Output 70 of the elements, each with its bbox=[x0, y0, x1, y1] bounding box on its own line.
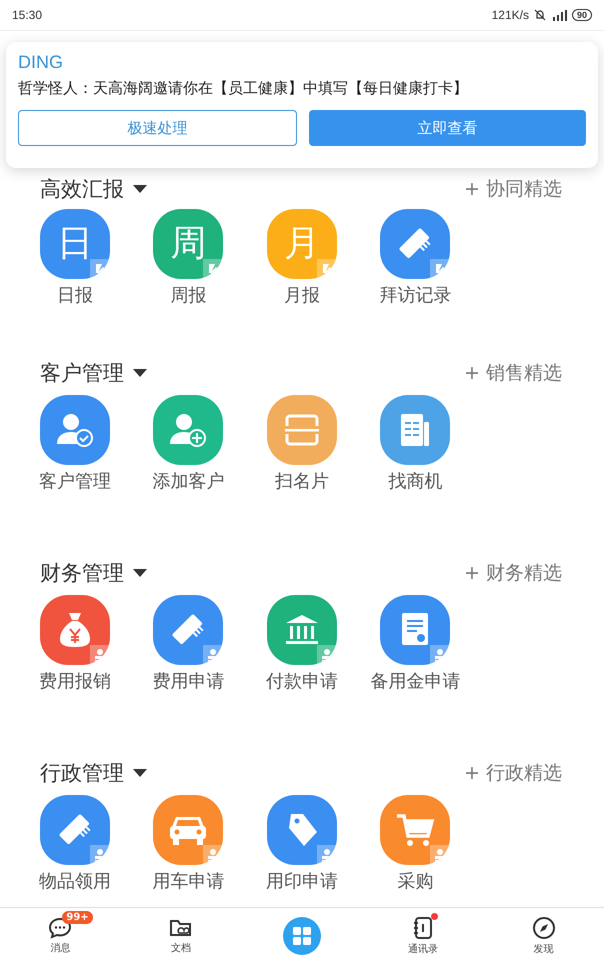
add-link[interactable]: + 协同精选 bbox=[464, 176, 562, 202]
app-icon[interactable] bbox=[380, 395, 450, 465]
tab-item[interactable]: 99+ 消息 bbox=[0, 908, 121, 964]
notification-button[interactable]: 立即查看 bbox=[309, 110, 586, 146]
dropdown-caret-icon[interactable] bbox=[132, 768, 148, 778]
app-icon[interactable] bbox=[40, 795, 110, 865]
app-label: 拜访记录 bbox=[379, 285, 452, 307]
app-label: 客户管理 bbox=[38, 471, 111, 493]
contacts-book-icon bbox=[412, 916, 434, 940]
section-title: 高效汇报 bbox=[40, 176, 124, 203]
app-icon[interactable] bbox=[40, 595, 110, 665]
app-icon[interactable] bbox=[153, 395, 224, 465]
app-label: 添加客户 bbox=[152, 471, 224, 493]
app-label: 用车申请 bbox=[152, 871, 224, 893]
tab-item[interactable]: 发现 bbox=[483, 908, 604, 964]
app-glyph: 月 bbox=[284, 226, 320, 262]
scan-icon bbox=[284, 414, 320, 446]
app-icon[interactable] bbox=[380, 209, 450, 279]
apps-grid-icon bbox=[282, 917, 321, 955]
app-icon[interactable]: 日 bbox=[40, 209, 110, 279]
battery-level: 90 bbox=[572, 9, 592, 21]
bank-icon bbox=[284, 613, 320, 647]
app-label: 物品领用 bbox=[38, 871, 111, 893]
dropdown-caret-icon[interactable] bbox=[132, 368, 148, 378]
app-label: 周报 bbox=[170, 285, 206, 307]
app-label: 采购 bbox=[397, 871, 434, 893]
app-icon[interactable] bbox=[266, 595, 337, 665]
app-label: 扫名片 bbox=[274, 471, 329, 493]
notification-button[interactable]: 极速处理 bbox=[18, 110, 297, 146]
signal-icon bbox=[550, 10, 567, 20]
app-label: 费用报销 bbox=[38, 671, 111, 693]
tab-item[interactable]: 文档 bbox=[120, 908, 242, 964]
section-title: 客户管理 bbox=[40, 360, 124, 387]
app-label: 月报 bbox=[284, 285, 320, 307]
cart-icon bbox=[395, 812, 436, 848]
app-label: 付款申请 bbox=[266, 671, 338, 693]
app-label: 备用金申请 bbox=[370, 671, 460, 693]
status-time: 15:30 bbox=[12, 8, 42, 22]
app-icon[interactable]: 周 bbox=[153, 209, 224, 279]
notification-message: 哲学怪人：天高海阔邀请你在【员工健康】中填写【每日健康打卡】 bbox=[18, 79, 469, 98]
person-check-icon bbox=[54, 412, 95, 448]
bell-muted-icon bbox=[534, 9, 546, 21]
app-glyph: 周 bbox=[170, 226, 206, 262]
app-glyph: 日 bbox=[56, 226, 93, 262]
person-add-icon bbox=[168, 412, 208, 448]
notification-app-name: DING bbox=[18, 52, 64, 73]
app-label: 费用申请 bbox=[152, 671, 224, 693]
app-icon[interactable] bbox=[266, 395, 337, 465]
app-label: 找商机 bbox=[388, 471, 442, 493]
unread-count-badge: 99+ bbox=[62, 911, 93, 924]
app-icon[interactable] bbox=[40, 395, 110, 465]
network-speed: 121K/s bbox=[492, 8, 529, 22]
compass-icon bbox=[532, 916, 556, 940]
tab-item[interactable]: 通讯录 bbox=[362, 908, 484, 964]
app-label: 日报 bbox=[56, 285, 93, 307]
money-bag-icon bbox=[58, 611, 92, 649]
folder-icon bbox=[169, 917, 194, 939]
section-title: 财务管理 bbox=[40, 560, 124, 587]
app-icon[interactable] bbox=[380, 595, 450, 665]
app-icon[interactable] bbox=[153, 595, 224, 665]
add-link[interactable]: + 行政精选 bbox=[464, 760, 562, 786]
app-label: 用印申请 bbox=[266, 871, 338, 893]
app-icon[interactable] bbox=[153, 795, 224, 865]
add-link[interactable]: + 销售精选 bbox=[464, 360, 562, 386]
add-link[interactable]: + 财务精选 bbox=[464, 560, 562, 586]
section-title: 行政管理 bbox=[40, 760, 124, 787]
dropdown-caret-icon[interactable] bbox=[132, 568, 148, 578]
dropdown-caret-icon[interactable] bbox=[132, 184, 148, 194]
app-icon[interactable] bbox=[380, 795, 450, 865]
app-icon[interactable] bbox=[266, 795, 337, 865]
